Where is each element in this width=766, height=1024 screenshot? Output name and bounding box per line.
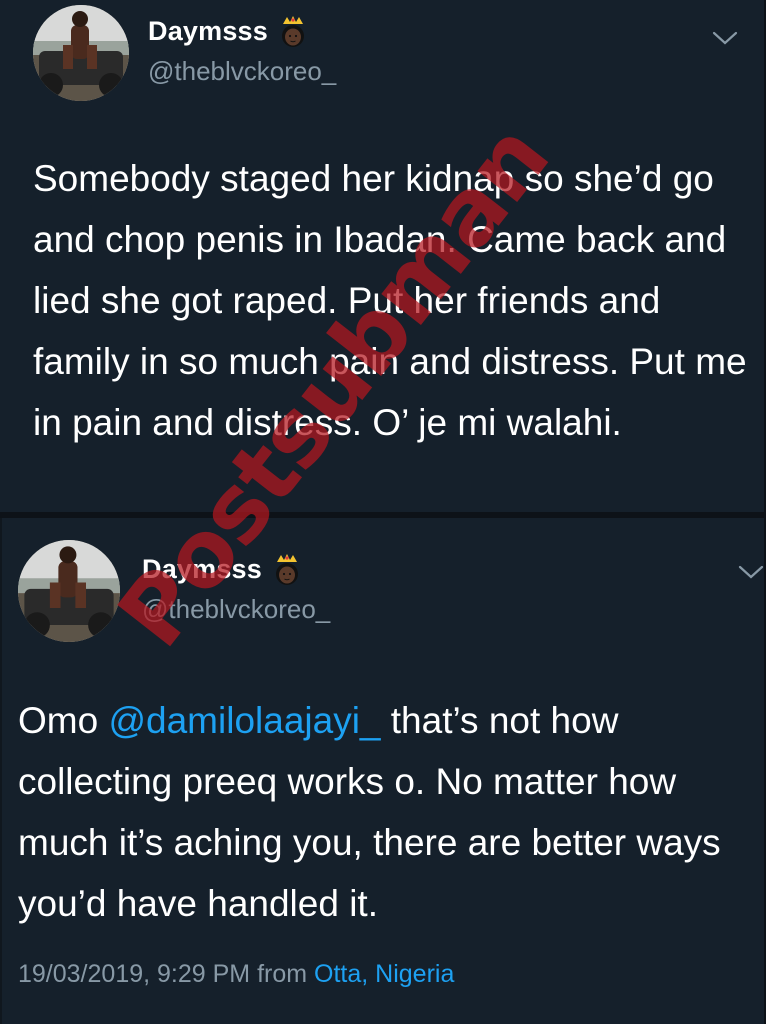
display-name[interactable]: Daymsss [142,554,262,585]
user-handle[interactable]: @theblvckoreo_ [148,56,336,87]
location-link[interactable]: Otta, Nigeria [314,960,454,988]
author-name-row: Daymsss [142,552,302,586]
avatar-image [33,5,129,101]
princess-emoji-icon [282,16,304,47]
tweet-card-1[interactable]: Daymsss @theblvckoreo_ Somebody staged h… [0,0,766,512]
mention-link[interactable]: @damilolaajayi_ [108,700,380,741]
tweet-text: Somebody staged her kidnap so she’d go a… [33,158,747,443]
from-label: from [257,960,308,988]
avatar[interactable] [18,540,120,642]
princess-emoji-icon [276,554,298,585]
avatar[interactable] [33,5,129,101]
display-name[interactable]: Daymsss [148,16,268,47]
tweet-text-start: Omo [18,700,109,741]
author-name-row: Daymsss [148,14,308,48]
tweet-text: Omo @damilolaajayi_ that’s not how colle… [18,690,758,934]
timestamp[interactable]: 19/03/2019, 9:29 PM [18,960,250,988]
avatar-image [18,540,120,642]
tweet-card-2[interactable]: Daymsss @theblvckoreo_ Omo @damilolaajay… [2,518,766,1024]
tweet-meta: 19/03/2019, 9:29 PM from Otta, Nigeria [18,960,454,989]
user-handle[interactable]: @theblvckoreo_ [142,594,330,625]
chevron-down-icon[interactable] [738,564,764,580]
chevron-down-icon[interactable] [712,30,738,46]
